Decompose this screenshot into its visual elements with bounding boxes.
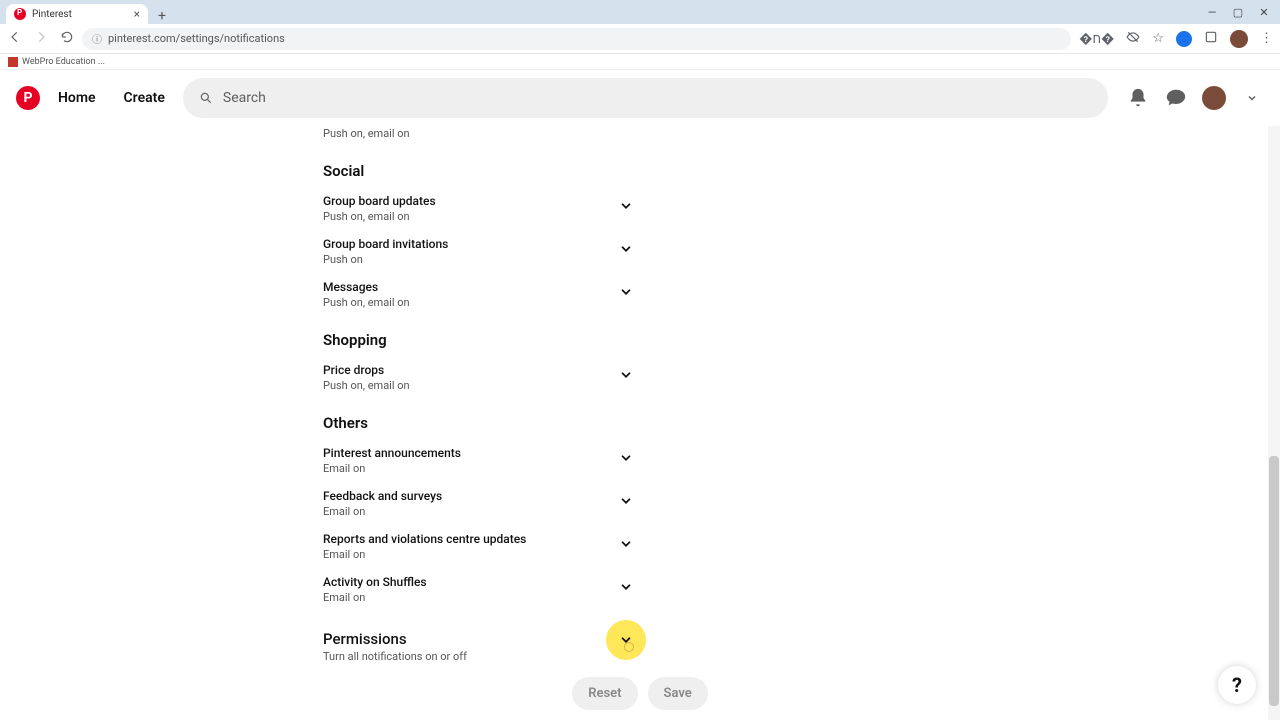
nav-home[interactable]: Home <box>48 90 106 106</box>
chevron-down-icon[interactable] <box>619 284 633 303</box>
chevron-down-icon[interactable] <box>619 493 633 512</box>
pinterest-favicon <box>14 8 26 20</box>
footer-actions: Reset Save <box>0 677 1280 710</box>
item-status: Email on <box>323 505 633 518</box>
item-status: Email on <box>323 462 633 475</box>
item-group-board-updates[interactable]: Group board updates Push on, email on <box>323 194 633 223</box>
item-label: Messages <box>323 280 633 294</box>
toolbar-right: �ח� ☆ ⋮ <box>1079 30 1272 48</box>
item-status: Push on <box>323 253 633 266</box>
tab-title: Pinterest <box>32 9 72 20</box>
url-text: pinterest.com/settings/notifications <box>108 32 285 45</box>
section-title-others: Others <box>323 414 633 432</box>
close-window-icon[interactable]: ✕ <box>1258 6 1270 19</box>
help-button[interactable]: ? <box>1218 666 1256 704</box>
chevron-down-icon[interactable] <box>619 367 633 386</box>
extensions-menu-icon[interactable] <box>1204 30 1218 48</box>
bookmark-favicon <box>8 57 18 67</box>
browser-titlebar: Pinterest × + ― ▢ ✕ <box>0 0 1280 24</box>
item-activity-shuffles[interactable]: Activity on Shuffles Email on <box>323 575 633 604</box>
header-actions <box>1126 86 1264 110</box>
permissions-subtitle: Turn all notifications on or off <box>323 650 633 663</box>
item-label: Reports and violations centre updates <box>323 532 633 546</box>
browser-menu-icon[interactable]: ⋮ <box>1260 31 1272 46</box>
scrollbar-thumb[interactable] <box>1269 456 1279 706</box>
section-title-social: Social <box>323 162 633 180</box>
chevron-down-icon[interactable] <box>619 579 633 598</box>
item-reports-violations[interactable]: Reports and violations centre updates Em… <box>323 532 633 561</box>
browser-profile-avatar[interactable] <box>1230 30 1248 48</box>
search-icon <box>199 91 213 105</box>
item-label: Group board invitations <box>323 237 633 251</box>
bookmark-star-icon[interactable]: ☆ <box>1152 31 1164 46</box>
notifications-icon[interactable] <box>1126 86 1150 110</box>
eye-off-icon[interactable] <box>1126 30 1140 48</box>
site-info-icon[interactable]: ⓘ <box>92 31 102 46</box>
new-tab-button[interactable]: + <box>148 8 176 24</box>
scrollbar-track[interactable] <box>1268 126 1280 720</box>
address-bar: ⓘ pinterest.com/settings/notifications �… <box>0 24 1280 54</box>
item-price-drops[interactable]: Price drops Push on, email on <box>323 363 633 392</box>
item-messages[interactable]: Messages Push on, email on <box>323 280 633 309</box>
cursor-indicator <box>624 642 634 652</box>
settings-column: Push on, email on Social Group board upd… <box>323 127 633 663</box>
reset-button[interactable]: Reset <box>572 677 637 710</box>
install-icon[interactable]: �ח� <box>1079 31 1114 47</box>
minimize-icon[interactable]: ― <box>1206 6 1218 19</box>
prev-item-status: Push on, email on <box>323 127 633 140</box>
save-button[interactable]: Save <box>648 677 708 710</box>
item-status: Email on <box>323 591 633 604</box>
omnibox[interactable]: ⓘ pinterest.com/settings/notifications <box>82 28 1071 50</box>
close-tab-icon[interactable]: × <box>134 7 140 21</box>
item-feedback-surveys[interactable]: Feedback and surveys Email on <box>323 489 633 518</box>
permissions-title: Permissions <box>323 630 633 648</box>
item-status: Push on, email on <box>323 210 633 223</box>
bookmarks-bar: WebPro Education ... <box>0 54 1280 70</box>
account-menu-chevron-icon[interactable] <box>1240 86 1264 110</box>
item-status: Push on, email on <box>323 296 633 309</box>
pinterest-logo-icon[interactable]: P <box>16 86 40 110</box>
forward-icon[interactable] <box>34 29 48 48</box>
messages-icon[interactable] <box>1164 86 1188 110</box>
search-placeholder: Search <box>223 90 266 106</box>
section-title-shopping: Shopping <box>323 331 633 349</box>
permissions-row[interactable]: Permissions Turn all notifications on or… <box>323 630 633 663</box>
item-pinterest-announcements[interactable]: Pinterest announcements Email on <box>323 446 633 475</box>
item-label: Pinterest announcements <box>323 446 633 460</box>
settings-content: Push on, email on Social Group board upd… <box>0 126 1280 720</box>
bookmark-item[interactable]: WebPro Education ... <box>22 57 105 67</box>
item-label: Group board updates <box>323 194 633 208</box>
reload-icon[interactable] <box>60 29 74 48</box>
nav-buttons <box>8 29 74 48</box>
maximize-icon[interactable]: ▢ <box>1232 6 1244 19</box>
item-label: Activity on Shuffles <box>323 575 633 589</box>
pinterest-header: P Home Create Search <box>0 70 1280 126</box>
tab-strip: Pinterest × + <box>0 0 176 24</box>
chevron-down-icon[interactable] <box>619 450 633 469</box>
search-input[interactable]: Search <box>183 78 1108 118</box>
user-avatar[interactable] <box>1202 86 1226 110</box>
window-controls: ― ▢ ✕ <box>1206 0 1280 24</box>
nav-create[interactable]: Create <box>114 90 175 106</box>
chevron-down-icon[interactable] <box>619 536 633 555</box>
item-status: Email on <box>323 548 633 561</box>
chevron-down-icon[interactable] <box>619 198 633 217</box>
item-group-board-invitations[interactable]: Group board invitations Push on <box>323 237 633 266</box>
browser-tab[interactable]: Pinterest × <box>6 4 148 24</box>
item-label: Price drops <box>323 363 633 377</box>
back-icon[interactable] <box>8 29 22 48</box>
click-highlight <box>606 620 646 660</box>
extension-icon[interactable] <box>1176 31 1192 47</box>
chevron-down-icon[interactable] <box>619 241 633 260</box>
item-label: Feedback and surveys <box>323 489 633 503</box>
item-status: Push on, email on <box>323 379 633 392</box>
